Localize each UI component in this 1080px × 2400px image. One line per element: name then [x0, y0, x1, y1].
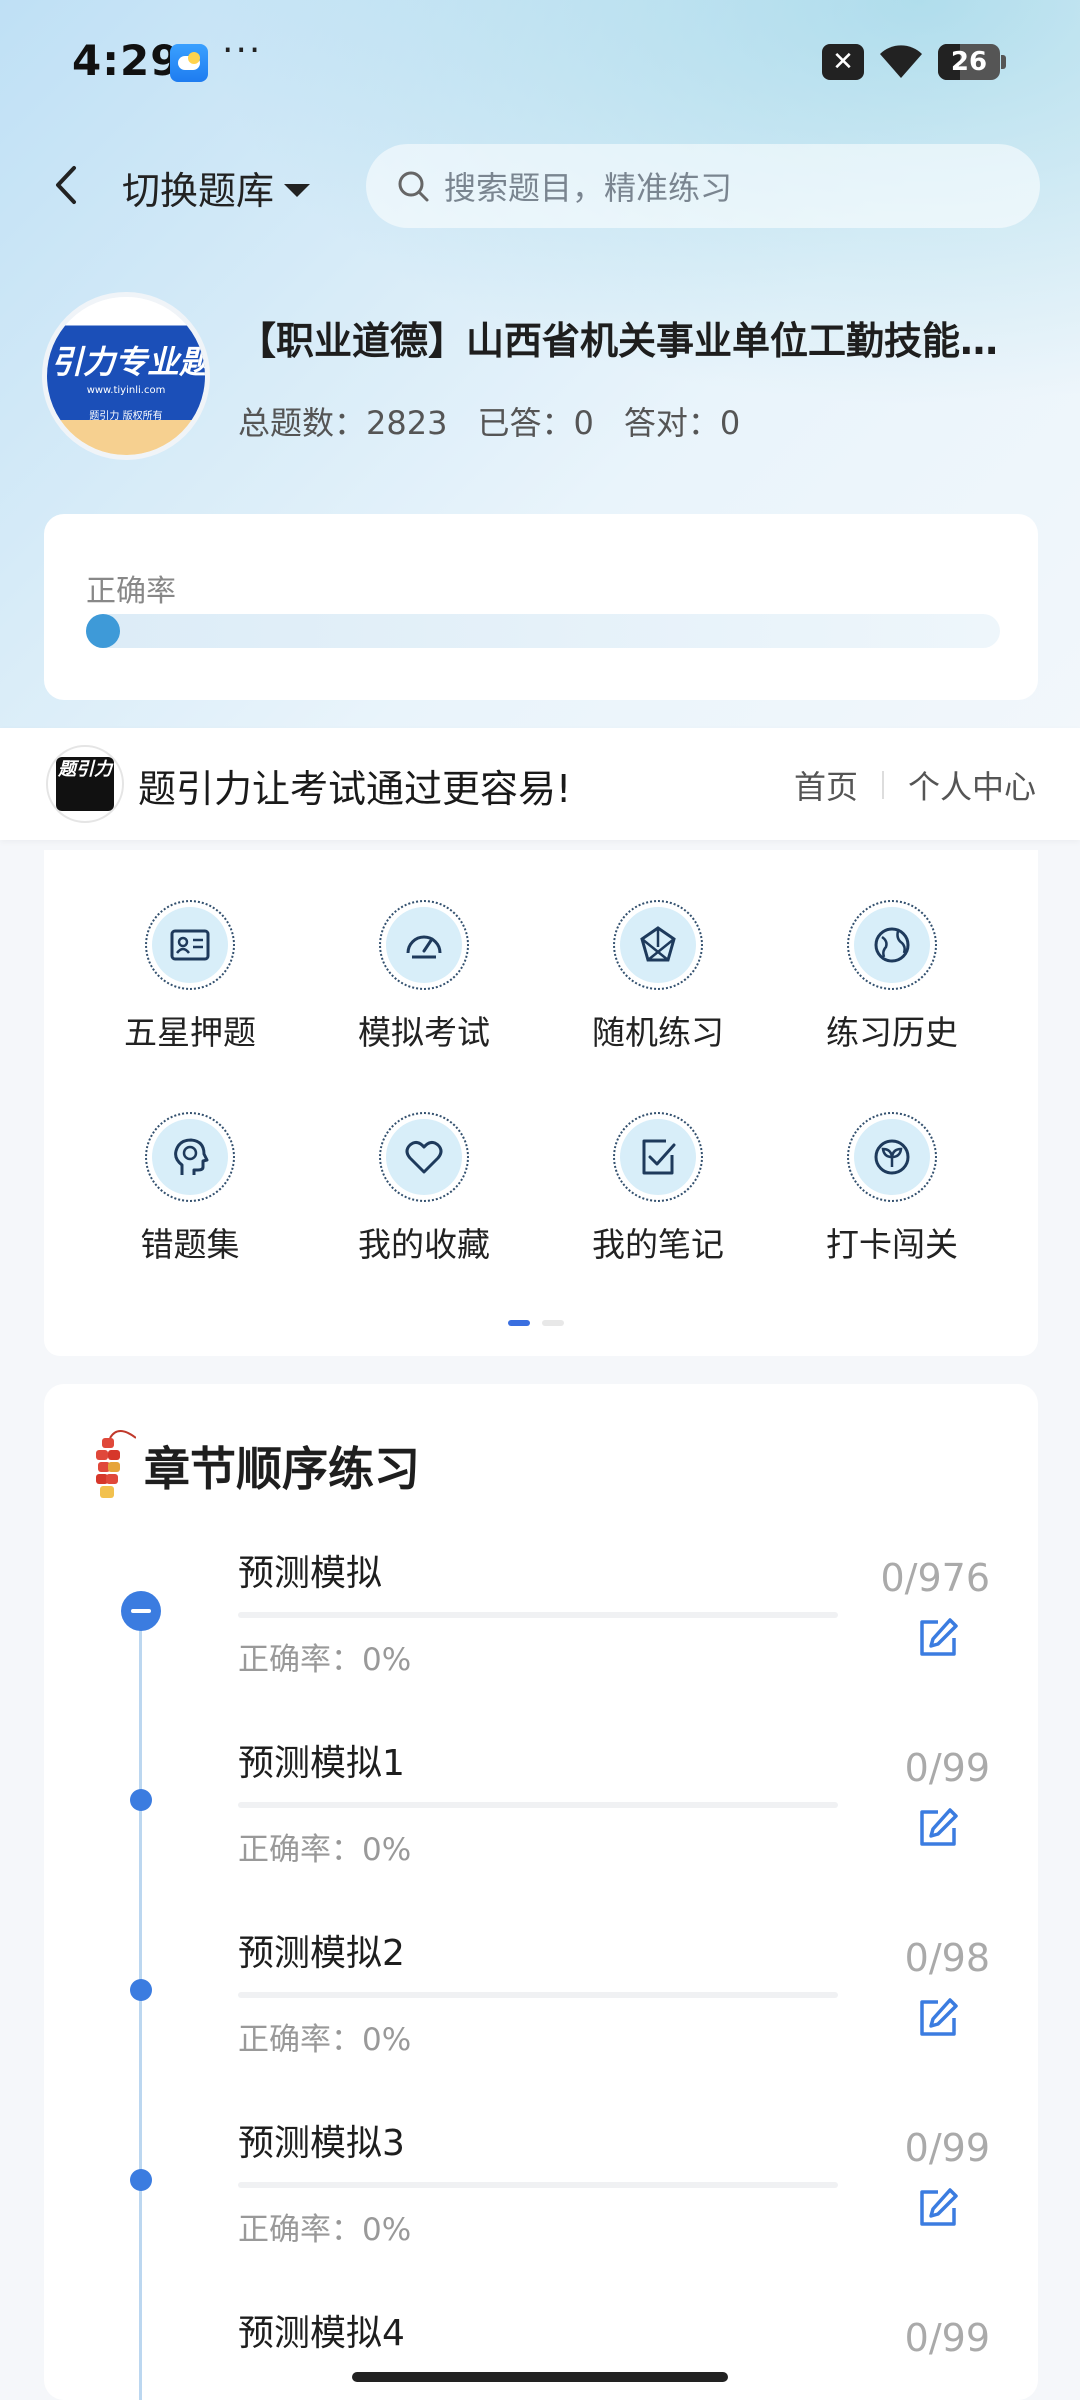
chapter-item-title[interactable]: 预测模拟 [238, 1544, 382, 1596]
network-icon [640, 926, 676, 962]
menu-item-wrong-questions[interactable]: 错题集 [90, 1112, 290, 1266]
search-icon [398, 171, 429, 202]
chapter-header: 章节顺序练习 [88, 1424, 420, 1508]
back-arrow-icon[interactable] [44, 158, 88, 212]
menu-pager [508, 1320, 564, 1326]
brand-slogan: 题引力让考试通过更容易! [138, 767, 572, 811]
feature-menu: 五星押题 模拟考试 随机练习 练习历史 错题集 我的收藏 我的笔记 打卡闯关 [44, 850, 1038, 1356]
menu-label: 我的笔记 [592, 1225, 724, 1264]
brand-banner: 题引力 题引力让考试通过更容易! 首页 个人中心 [0, 728, 1080, 840]
timeline-dot [130, 2169, 152, 2191]
menu-label: 我的收藏 [358, 1225, 490, 1264]
timeline-dot [130, 1789, 152, 1811]
menu-item-checkin[interactable]: 打卡闯关 [792, 1112, 992, 1266]
edit-icon[interactable] [916, 1616, 960, 1660]
search-input[interactable]: 搜索题目，精准练习 [366, 144, 1040, 228]
id-card-icon [170, 929, 210, 961]
menu-item-favorites[interactable]: 我的收藏 [324, 1112, 524, 1266]
menu-item-notes[interactable]: 我的笔记 [558, 1112, 758, 1266]
status-time: 4:29 [72, 36, 181, 85]
head-icon [174, 1138, 209, 1175]
battery-level: 26 [950, 47, 988, 77]
chapter-item-count: 0/98 [904, 1936, 990, 1980]
menu-item-random-practice[interactable]: 随机练习 [558, 900, 758, 1054]
globe-icon [874, 927, 910, 963]
nav-profile-link[interactable]: 个人中心 [908, 762, 1036, 808]
answered-count: 已答：0 [477, 404, 594, 442]
status-bar: 4:29 ··· ✕ 26 [0, 0, 1080, 120]
menu-item-history[interactable]: 练习历史 [792, 900, 992, 1054]
menu-label: 随机练习 [592, 1013, 724, 1052]
no-sim-icon: ✕ [822, 44, 864, 80]
chapter-item-count: 0/99 [904, 1746, 990, 1790]
brand-logo-text: 题引力 [56, 757, 114, 811]
pager-dot[interactable] [542, 1320, 564, 1326]
logo-text: 引力专业题 [50, 343, 210, 381]
switch-bank-dropdown[interactable]: 切换题库 [122, 160, 311, 215]
switch-bank-label: 切换题库 [122, 169, 275, 213]
brand-logo: 题引力 [46, 745, 124, 823]
home-indicator[interactable] [352, 2372, 728, 2382]
weather-icon [170, 44, 208, 82]
chapter-item-count: 0/976 [880, 1556, 990, 1600]
chapter-item-accuracy: 正确率：0% [238, 2212, 412, 2248]
chapter-item-progress-bar [238, 1802, 838, 1808]
chapter-item-title[interactable]: 预测模拟4 [238, 2304, 405, 2356]
collapse-icon[interactable] [121, 1591, 161, 1631]
chapter-item-title[interactable]: 预测模拟3 [238, 2114, 405, 2166]
chapter-item-progress-bar [238, 2182, 838, 2188]
nav-divider [881, 771, 884, 799]
menu-label: 模拟考试 [358, 1013, 490, 1052]
menu-label: 打卡闯关 [826, 1225, 958, 1264]
chapter-item-count: 0/99 [904, 2316, 990, 2360]
search-placeholder: 搜索题目，精准练习 [444, 169, 733, 207]
battery-icon: 26 [938, 44, 1006, 80]
accuracy-label: 正确率 [86, 574, 176, 609]
accuracy-progress-fill [86, 614, 120, 648]
banner-nav: 首页 个人中心 [794, 762, 1036, 808]
chapter-item-title[interactable]: 预测模拟1 [238, 1734, 405, 1786]
menu-label: 错题集 [140, 1225, 240, 1264]
edit-icon[interactable] [916, 2186, 960, 2230]
chapter-item-accuracy: 正确率：0% [238, 2022, 412, 2058]
chapter-item-count: 0/99 [904, 2126, 990, 2170]
menu-item-mock-exam[interactable]: 模拟考试 [324, 900, 524, 1054]
chapter-item-title[interactable]: 预测模拟2 [238, 1924, 405, 1976]
bank-title: 【职业道德】山西省机关事业单位工勤技能岗位 [238, 319, 1008, 363]
heart-icon [405, 1140, 443, 1174]
chapter-item-accuracy: 正确率：0% [238, 1832, 412, 1868]
pager-dot-active[interactable] [508, 1320, 530, 1326]
edit-icon[interactable] [916, 1806, 960, 1850]
menu-item-five-star[interactable]: 五星押题 [90, 900, 290, 1054]
caret-down-icon [284, 184, 311, 197]
firecracker-icon [96, 1430, 136, 1498]
more-notifications-icon: ··· [222, 30, 263, 71]
chapter-title: 章节顺序练习 [144, 1442, 420, 1496]
logo-sub: 题引力 版权所有 [89, 411, 163, 422]
note-check-icon [642, 1139, 676, 1175]
chapter-item-progress-bar [238, 1992, 838, 1998]
menu-label: 五星押题 [124, 1013, 256, 1052]
timeline-dot [130, 1979, 152, 2001]
wifi-icon [880, 45, 922, 78]
chapter-item-accuracy: 正确率：0% [238, 1642, 412, 1678]
logo-url: www.tiyinli.com [86, 385, 166, 396]
speedometer-icon [406, 935, 442, 959]
total-count: 总题数：2823 [238, 404, 448, 442]
menu-label: 练习历史 [826, 1013, 958, 1052]
accuracy-progress-bar [86, 614, 1000, 648]
accuracy-card: 正确率 [44, 514, 1038, 700]
sprout-icon [874, 1139, 910, 1175]
bank-stats: 总题数：2823 已答：0 答对：0 [238, 398, 740, 444]
chapter-item-progress-bar [238, 1612, 838, 1618]
bank-logo: 引力专业题 www.tiyinli.com 题引力 版权所有 [42, 292, 210, 460]
chapter-timeline [139, 1612, 142, 2400]
correct-count: 答对：0 [623, 404, 741, 442]
edit-icon[interactable] [916, 1996, 960, 2040]
chapter-practice-card: 章节顺序练习 预测模拟 正确率：0% 0/976 预测模拟1 正确率：0% 0/… [44, 1384, 1038, 2400]
nav-home-link[interactable]: 首页 [794, 762, 858, 808]
